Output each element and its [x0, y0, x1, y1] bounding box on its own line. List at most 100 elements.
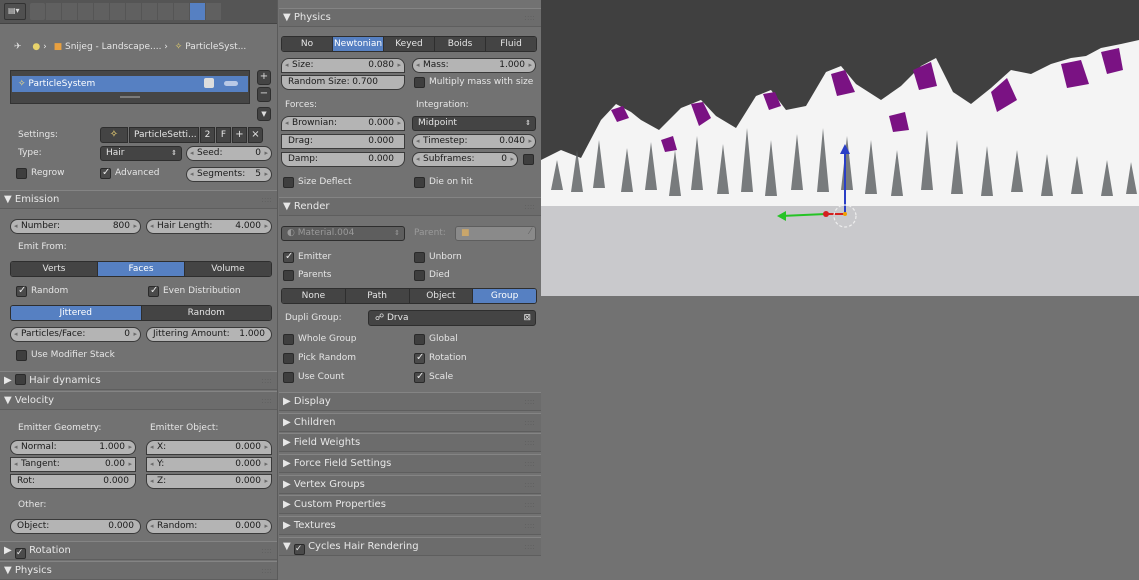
physics-panel-header-bottom[interactable]: ▼ Physics:::: [0, 561, 277, 580]
render-object-tab[interactable]: Object [409, 289, 474, 303]
drag-handle-icon[interactable]: :::: [524, 393, 535, 411]
global-checkbox[interactable]: Global [414, 333, 458, 347]
force-field-settings-panel-header[interactable]: ▶ Force Field Settings:::: [279, 454, 541, 473]
physics-fluid-tab[interactable]: Fluid [486, 37, 536, 51]
decrement-icon[interactable]: ◂ [150, 520, 154, 533]
die-on-hit-checkbox[interactable]: Die on hit [414, 176, 473, 190]
settings-name[interactable]: ParticleSetti... [129, 127, 199, 143]
increment-icon[interactable]: ▸ [264, 147, 268, 160]
specials-menu-button[interactable]: ▼ [257, 107, 271, 121]
viewport-toggle-icon[interactable] [224, 81, 238, 86]
viewport-render[interactable] [541, 0, 1139, 296]
drag-handle-icon[interactable]: :::: [524, 455, 535, 473]
increment-icon[interactable]: ▸ [133, 328, 137, 341]
parents-checkbox[interactable]: Parents [283, 269, 332, 283]
checkbox-checked-icon[interactable] [414, 370, 425, 383]
checkbox-icon[interactable] [523, 154, 534, 165]
decrement-icon[interactable]: ◂ [14, 328, 18, 341]
use-count-checkbox[interactable]: Use Count [283, 371, 344, 385]
decrement-icon[interactable]: ◂ [150, 220, 154, 233]
checkbox-icon[interactable] [414, 177, 425, 188]
even-distribution-checkbox[interactable]: Even Distribution [148, 284, 241, 299]
vertex-groups-panel-header[interactable]: ▶ Vertex Groups:::: [279, 475, 541, 494]
checkbox-checked-icon[interactable] [148, 284, 159, 297]
drag-handle-icon[interactable]: :::: [524, 198, 535, 216]
settings-users[interactable]: 2 [200, 127, 215, 143]
textures-panel-header[interactable]: ▶ Textures:::: [279, 516, 541, 535]
drag-handle-icon[interactable]: :::: [524, 476, 535, 494]
random-size-field[interactable]: Random Size: 0.700 [281, 75, 405, 90]
seed-field[interactable]: ◂ Seed: 0 ▸ [186, 146, 272, 161]
unlink-settings-icon[interactable]: × [248, 127, 263, 143]
render-none-tab[interactable]: None [282, 289, 346, 303]
drag-handle-icon[interactable]: :::: [261, 562, 272, 580]
checkbox-icon[interactable] [16, 350, 27, 361]
hair-dynamics-checkbox[interactable] [14, 374, 26, 385]
eyedropper-icon[interactable]: ⁄ [529, 227, 531, 237]
advanced-checkbox[interactable]: Advanced [100, 166, 159, 181]
whole-group-checkbox[interactable]: Whole Group [283, 333, 356, 347]
checkbox-icon[interactable] [414, 252, 425, 263]
decrement-icon[interactable]: ◂ [14, 458, 18, 471]
object-field[interactable]: Object: 0.000 [10, 519, 141, 534]
decrement-icon[interactable]: ◂ [416, 135, 420, 148]
physics-tab-icon[interactable] [206, 3, 221, 20]
velocity-panel-header[interactable]: ▼ Velocity:::: [0, 391, 277, 410]
increment-icon[interactable]: ▸ [264, 475, 268, 488]
random-checkbox[interactable]: Random [16, 284, 68, 299]
settings-datablock[interactable]: ✧ ParticleSetti... 2 F + × [100, 127, 272, 143]
data-tab-icon[interactable] [142, 3, 157, 20]
rot-field[interactable]: Rot: 0.000 [10, 474, 136, 489]
increment-icon[interactable]: ▸ [528, 135, 532, 148]
brownian-field[interactable]: ◂ Brownian: 0.000 ▸ [281, 116, 405, 131]
subframes-adaptive-checkbox[interactable] [523, 153, 535, 167]
decrement-icon[interactable]: ◂ [416, 59, 420, 72]
object-tab-icon[interactable] [94, 3, 109, 20]
particles-per-face-field[interactable]: ◂ Particles/Face: 0 ▸ [10, 327, 141, 342]
physics-newtonian-tab[interactable]: Newtonian [333, 37, 384, 51]
random-tab[interactable]: Random [141, 306, 271, 320]
material-tab-icon[interactable] [158, 3, 173, 20]
increment-icon[interactable]: ▸ [510, 153, 514, 166]
parent-field[interactable]: ■ ⁄ [455, 226, 536, 241]
checkbox-icon[interactable] [414, 334, 425, 345]
checkbox-checked-icon[interactable] [414, 351, 425, 364]
increment-icon[interactable]: ▸ [264, 520, 268, 533]
timestep-field[interactable]: ◂ Timestep: 0.040 ▸ [412, 134, 536, 149]
physics-panel-header[interactable]: ▼ Physics:::: [279, 8, 541, 27]
clear-icon[interactable]: ⊠ [523, 311, 531, 325]
decrement-icon[interactable]: ◂ [150, 458, 154, 471]
particle-icon[interactable]: ✧ [100, 127, 128, 143]
drag-handle-icon[interactable]: :::: [524, 496, 535, 514]
custom-properties-panel-header[interactable]: ▶ Custom Properties:::: [279, 495, 541, 514]
drag-handle-icon[interactable]: :::: [524, 538, 535, 556]
x-field[interactable]: ◂ X: 0.000 ▸ [146, 440, 272, 455]
decrement-icon[interactable]: ◂ [14, 220, 18, 233]
decrement-icon[interactable]: ◂ [285, 59, 289, 72]
drag-handle-icon[interactable]: :::: [524, 414, 535, 432]
emission-panel-header[interactable]: ▼ Emission:::: [0, 190, 277, 209]
drag-handle-icon[interactable]: :::: [524, 434, 535, 452]
render-path-tab[interactable]: Path [345, 289, 410, 303]
checkbox-icon[interactable] [283, 372, 294, 383]
texture-tab-icon[interactable] [174, 3, 189, 20]
render-group-tab[interactable]: Group [473, 289, 536, 303]
material-select[interactable]: ◐ Material.004 ⇕ [281, 226, 405, 241]
decrement-icon[interactable]: ◂ [190, 168, 194, 181]
constraints-tab-icon[interactable] [110, 3, 125, 20]
display-panel-header[interactable]: ▶ Display:::: [279, 392, 541, 411]
increment-icon[interactable]: ▸ [264, 168, 268, 181]
faces-tab[interactable]: Faces [98, 262, 185, 276]
multiply-mass-checkbox[interactable]: Multiply mass with size [414, 76, 533, 90]
modifiers-tab-icon[interactable] [126, 3, 141, 20]
checkbox-icon[interactable] [414, 270, 425, 281]
regrow-checkbox[interactable]: Regrow [16, 167, 64, 181]
checkbox-icon[interactable] [16, 168, 27, 179]
drag-handle-icon[interactable]: :::: [261, 372, 272, 390]
checkbox-icon[interactable] [283, 353, 294, 364]
died-checkbox[interactable]: Died [414, 269, 450, 283]
normal-field[interactable]: ◂ Normal: 1.000 ▸ [10, 440, 136, 455]
rotation-panel-header[interactable]: ▶ ✓ Rotation:::: [0, 541, 277, 560]
drag-handle-icon[interactable]: :::: [524, 517, 535, 535]
size-deflect-checkbox[interactable]: Size Deflect [283, 176, 352, 190]
